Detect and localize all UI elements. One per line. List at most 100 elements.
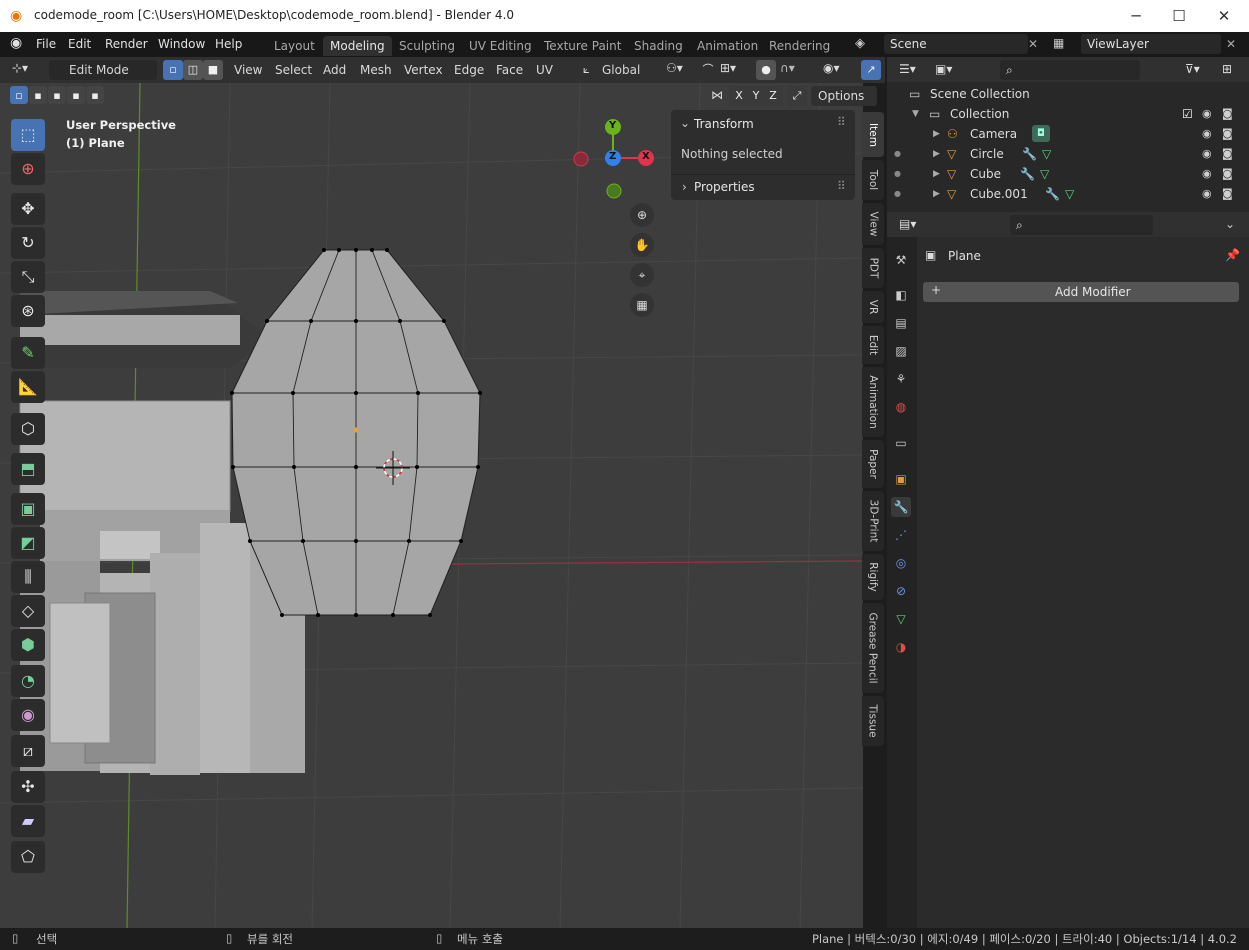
drag-handle-icon[interactable]: ⠿ (837, 115, 846, 129)
render-tab-icon[interactable]: ◧ (891, 285, 911, 305)
tab-edit[interactable]: Edit (862, 326, 884, 364)
menu-view[interactable]: View (234, 60, 262, 80)
display-mode-icon[interactable]: ▣▾ (935, 62, 952, 76)
expand-arrow-icon[interactable]: ▶ (933, 164, 940, 184)
smooth-tool-icon[interactable]: ◉ (11, 699, 45, 731)
knife-tool-icon[interactable]: ◇ (11, 595, 45, 627)
outliner-item-cube-001[interactable]: ● ▶ ▽ Cube.001 🔧 ▽ ◉ ◙ (887, 184, 1249, 204)
tab-tool[interactable]: Tool (862, 160, 884, 200)
menu-vertex[interactable]: Vertex (404, 60, 443, 80)
proportional-edit-icon[interactable]: ● (756, 60, 776, 80)
scene-field[interactable]: Scene (884, 34, 1028, 54)
vertex-select-icon[interactable]: ▫ (163, 60, 183, 80)
scene-delete-icon[interactable]: ✕ (1028, 37, 1038, 51)
measure-tool-icon[interactable]: 📐 (11, 371, 45, 403)
tab-vr[interactable]: VR (862, 291, 884, 323)
rotate-tool-icon[interactable]: ↻ (11, 227, 45, 259)
properties-search-input[interactable]: ⌕ (1010, 215, 1153, 235)
view-layer-field[interactable]: ViewLayer (1081, 34, 1221, 54)
expand-arrow-icon[interactable]: ▼ (912, 104, 919, 124)
eye-icon[interactable]: ◉ (1202, 164, 1212, 184)
gizmo-z-label[interactable]: Z (609, 151, 616, 162)
tab-uv-editing[interactable]: UV Editing (462, 36, 539, 56)
camera-view-icon[interactable]: ⌖ (630, 263, 654, 287)
annotate-tool-icon[interactable]: ✎ (11, 337, 45, 369)
view-layer-tab-icon[interactable]: ▨ (891, 341, 911, 361)
ortho-grid-icon[interactable]: ▦ (630, 293, 654, 317)
camera-render-icon[interactable]: ◙ (1222, 124, 1233, 144)
shear-tool-icon[interactable]: ▰ (11, 805, 45, 837)
scene-tab-icon[interactable]: ⚘ (891, 369, 911, 389)
collection-row[interactable]: ▼ ▭ Collection ☑ ◉ ◙ (887, 104, 1249, 124)
rip-tool-icon[interactable]: ⬠ (11, 841, 45, 873)
add-modifier-button[interactable]: + Add Modifier (923, 282, 1239, 302)
modifier-tab-icon[interactable]: 🔧 (891, 497, 911, 517)
outliner-editor-icon[interactable]: ☰▾ (899, 62, 916, 76)
menu-add[interactable]: Add (323, 60, 346, 80)
3d-viewport[interactable]: Y Z X User Perspective (1) Plane ⊕ ✋ ⌖ ▦ (0, 83, 863, 928)
mirror-z-toggle[interactable]: Z (763, 86, 783, 106)
outliner-item-circle[interactable]: ● ▶ ▽ Circle 🔧 ▽ ◉ ◙ (887, 144, 1249, 164)
collection-tab-icon[interactable]: ▭ (891, 433, 911, 453)
output-tab-icon[interactable]: ▤ (891, 313, 911, 333)
zoom-icon[interactable]: ⊕ (630, 203, 654, 227)
outliner-search-input[interactable]: ⌕ (1000, 60, 1140, 80)
maximize-button[interactable]: ☐ (1159, 4, 1199, 28)
tab-shading[interactable]: Shading (627, 36, 690, 56)
tool-settings-tab-icon[interactable]: ⚒ (891, 250, 911, 270)
overlay-visibility-icon[interactable]: ◉▾ (823, 61, 840, 75)
expand-arrow-icon[interactable]: ▶ (933, 184, 940, 204)
auto-merge-icon[interactable]: ⤢ (787, 86, 807, 106)
select-new-icon[interactable]: ▫ (10, 86, 28, 104)
properties-options-icon[interactable]: ⌄ (1225, 217, 1235, 231)
edge-slide-tool-icon[interactable]: ⧄ (11, 735, 45, 767)
tab-paper[interactable]: Paper (862, 440, 884, 488)
particles-tab-icon[interactable]: ⋰ (891, 525, 911, 545)
blender-menu-icon[interactable]: ◉ (10, 35, 22, 51)
inset-tool-icon[interactable]: ▣ (11, 493, 45, 525)
properties-editor-icon[interactable]: ▤▾ (899, 217, 916, 231)
bevel-tool-icon[interactable]: ◩ (11, 527, 45, 559)
minimize-button[interactable]: ─ (1116, 4, 1156, 28)
world-tab-icon[interactable]: ◍ (891, 397, 911, 417)
menu-edit[interactable]: Edit (68, 37, 91, 51)
view-layer-delete-icon[interactable]: ✕ (1226, 37, 1236, 51)
scale-tool-icon[interactable]: ⤡ (11, 261, 45, 293)
camera-render-icon[interactable]: ◙ (1222, 104, 1233, 124)
collection-checkbox[interactable]: ☑ (1182, 104, 1193, 124)
snap-icon[interactable]: ⌒ (698, 60, 718, 80)
mode-dropdown[interactable]: Edit Mode (49, 60, 157, 80)
orientation-dropdown[interactable]: Global (582, 60, 656, 80)
editor-type-icon[interactable]: ⊹▾ (12, 61, 28, 75)
gizmo-y-label[interactable]: Y (609, 120, 616, 131)
cursor-tool-icon[interactable]: ⊕ (11, 153, 45, 185)
shrink-fatten-tool-icon[interactable]: ✣ (11, 771, 45, 803)
camera-render-icon[interactable]: ◙ (1222, 144, 1233, 164)
tab-3d-print[interactable]: 3D-Print (862, 491, 884, 551)
tab-item[interactable]: Item (862, 112, 884, 157)
mesh-data-tab-icon[interactable]: ▽ (891, 609, 911, 629)
tab-rigify[interactable]: Rigify (862, 554, 884, 600)
physics-tab-icon[interactable]: ◎ (891, 553, 911, 573)
menu-mesh[interactable]: Mesh (360, 60, 392, 80)
material-tab-icon[interactable]: ◑ (891, 637, 911, 657)
outliner-item-cube[interactable]: ● ▶ ▽ Cube 🔧 ▽ ◉ ◙ (887, 164, 1249, 184)
properties-panel-header[interactable]: Properties (694, 180, 755, 194)
view-layer-icon[interactable]: ▦ (1053, 36, 1064, 50)
tab-layout[interactable]: Layout (267, 36, 322, 56)
pin-icon[interactable]: 📌 (1225, 248, 1240, 262)
spin-tool-icon[interactable]: ◔ (11, 665, 45, 697)
edge-select-icon[interactable]: ◫ (183, 60, 203, 80)
poly-build-tool-icon[interactable]: ⬢ (11, 629, 45, 661)
pan-hand-icon[interactable]: ✋ (630, 233, 654, 257)
select-intersect-icon[interactable]: ▪ (86, 86, 104, 104)
gizmo-x-label[interactable]: X (642, 151, 650, 162)
menu-file[interactable]: File (36, 37, 56, 51)
select-subtract-icon[interactable]: ▪ (48, 86, 66, 104)
move-tool-icon[interactable]: ✥ (11, 193, 45, 225)
tab-modeling[interactable]: Modeling (323, 36, 392, 56)
eye-icon[interactable]: ◉ (1202, 124, 1212, 144)
camera-render-icon[interactable]: ◙ (1222, 164, 1233, 184)
object-tab-icon[interactable]: ▣ (891, 469, 911, 489)
expand-arrow-icon[interactable]: ▶ (933, 124, 940, 144)
